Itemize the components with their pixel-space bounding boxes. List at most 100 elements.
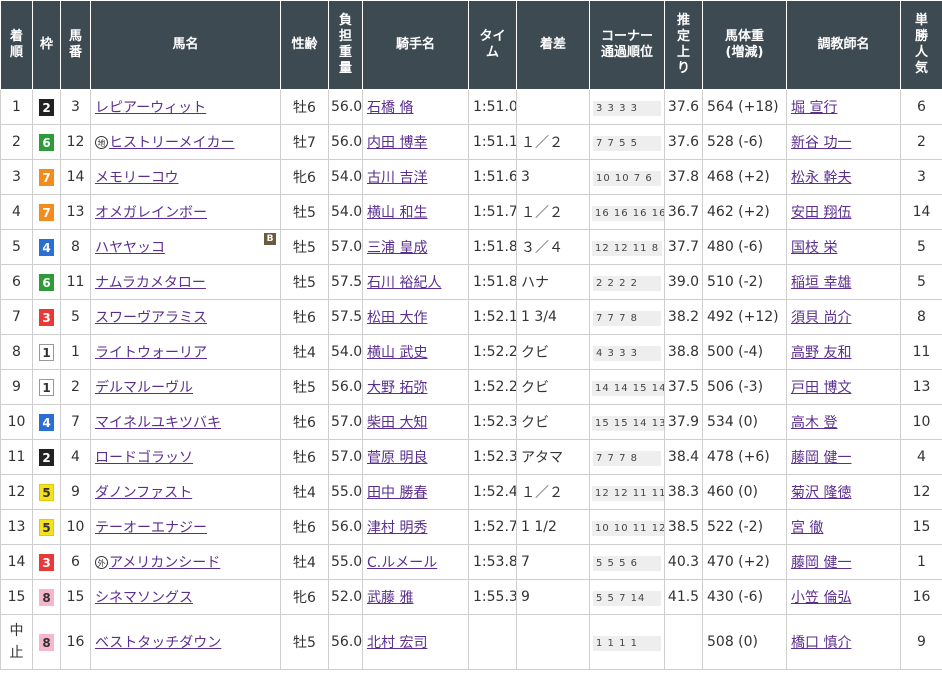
horse-name-link[interactable]: デルマルーヴル [95, 380, 193, 396]
jockey-link[interactable]: 横山 武史 [367, 345, 427, 361]
jockey-cell: C.ルメール [362, 544, 469, 580]
horse-name-link[interactable]: アメリカンシード [109, 555, 220, 571]
frame-badge: 6 [39, 133, 54, 151]
horse-name-link[interactable]: スワーヴアラミス [95, 310, 207, 326]
trainer-cell: 藤岡 健一 [786, 544, 901, 580]
rank-cell: 15 [0, 579, 33, 615]
sex-age-cell: 牡5 [280, 614, 329, 670]
horse-name-link[interactable]: ヒストリーメイカー [109, 135, 234, 151]
trainer-link[interactable]: 堀 宣行 [791, 100, 837, 116]
table-row: 13 5 10 テーオーエナジー 牡6 56.0 津村 明秀 1:52.7 1 1/2 10 10… [0, 509, 942, 545]
body-weight-cell: 492 (+12) [702, 299, 787, 335]
jockey-link[interactable]: 石橋 脩 [367, 100, 413, 116]
number-cell: 14 [60, 159, 91, 195]
time-cell: 1:52.2 [468, 334, 517, 370]
horse-name-link[interactable]: ライトウォーリア [95, 345, 207, 361]
horse-cell: メモリーコウ [90, 159, 281, 195]
body-weight-cell: 468 (+2) [702, 159, 787, 195]
frame-badge: 3 [39, 308, 54, 326]
number-cell: 5 [60, 299, 91, 335]
weight-cell: 55.0 [328, 544, 363, 580]
body-weight-cell: 460 (0) [702, 474, 787, 510]
trainer-link[interactable]: 戸田 博文 [791, 380, 851, 396]
horse-name-link[interactable]: オメガレインボー [95, 205, 207, 221]
horse-name-link[interactable]: マイネルユキツバキ [95, 415, 221, 431]
trainer-link[interactable]: 菊沢 隆徳 [791, 485, 851, 501]
last3f-cell: 37.8 [664, 159, 703, 195]
horse-name-link[interactable]: シネマソングス [95, 590, 193, 606]
rank-cell: 5 [0, 229, 33, 265]
trainer-link[interactable]: 安田 翔伍 [791, 205, 851, 221]
trainer-link[interactable]: 須貝 尚介 [791, 310, 851, 326]
horse-cell: シネマソングス [90, 579, 281, 615]
jockey-link[interactable]: C.ルメール [367, 555, 437, 571]
horse-name-link[interactable]: メモリーコウ [95, 170, 178, 186]
table-row: 14 3 6 外アメリカンシード 牡4 55.0 C.ルメール 1:53.8 7 5 5 5 64… [0, 544, 942, 580]
rank-cell: 8 [0, 334, 33, 370]
horse-name-link[interactable]: ロードゴラッソ [95, 450, 193, 466]
trainer-link[interactable]: 小笠 倫弘 [791, 590, 851, 606]
trainer-link[interactable]: 国枝 栄 [791, 240, 837, 256]
horse-name-link[interactable]: テーオーエナジー [95, 520, 207, 536]
popularity-cell: 3 [900, 159, 942, 195]
frame-badge: 2 [39, 448, 54, 466]
trainer-cell: 小笠 倫弘 [786, 579, 901, 615]
time-cell: 1:52.3 [468, 404, 517, 440]
jockey-link[interactable]: 松田 大作 [367, 310, 427, 326]
jockey-cell: 松田 大作 [362, 299, 469, 335]
jockey-link[interactable]: 石川 裕紀人 [367, 275, 441, 291]
table-row: 12 5 9 ダノンファスト 牡4 55.0 田中 勝春 1:52.4 １／２ 12 12 11 … [0, 474, 942, 510]
table-row: 15 8 15 シネマソングス 牝6 52.0 武藤 雅 1:55.3 9 5 5 7 14 41.… [0, 579, 942, 615]
last3f-cell [664, 614, 703, 670]
horse-name-link[interactable]: ダノンファスト [95, 485, 192, 501]
jockey-link[interactable]: 内田 博幸 [367, 135, 427, 151]
corner-cell: 10 10 11 12 [589, 509, 665, 545]
trainer-link[interactable]: 宮 徹 [791, 520, 823, 536]
margin-cell [516, 614, 590, 670]
trainer-link[interactable]: 新谷 功一 [791, 135, 851, 151]
horse-name-link[interactable]: ハヤヤッコ [95, 240, 165, 256]
frame-cell: 6 [32, 264, 61, 300]
margin-cell: １／２ [516, 124, 590, 160]
trainer-link[interactable]: 高木 登 [791, 415, 837, 431]
frame-cell: 5 [32, 474, 61, 510]
horse-name-link[interactable]: ナムラカメタロー [95, 275, 206, 291]
trainer-cell: 安田 翔伍 [786, 194, 901, 230]
sex-age-cell: 牡5 [280, 264, 329, 300]
trainer-link[interactable]: 橋口 慎介 [791, 635, 851, 651]
jockey-link[interactable]: 三浦 皇成 [367, 240, 427, 256]
trainer-link[interactable]: 高野 友和 [791, 345, 851, 361]
jockey-link[interactable]: 柴田 大知 [367, 415, 427, 431]
race-results-table: 着 順 枠 馬 番 馬名 性齢 負 担 重 量 騎手名 タイ ム 着差 コーナー… [0, 0, 942, 670]
sex-age-cell: 牡4 [280, 334, 329, 370]
trainer-cell: 新谷 功一 [786, 124, 901, 160]
jockey-link[interactable]: 横山 和生 [367, 205, 427, 221]
frame-badge: 4 [39, 413, 54, 431]
corner-cell: 7 7 7 8 [589, 299, 665, 335]
jockey-link[interactable]: 菅原 明良 [367, 450, 427, 466]
jockey-link[interactable]: 武藤 雅 [367, 590, 413, 606]
jockey-link[interactable]: 田中 勝春 [367, 485, 427, 501]
trainer-cell: 宮 徹 [786, 509, 901, 545]
jockey-link[interactable]: 古川 吉洋 [367, 170, 427, 186]
rank-cell: 1 [0, 89, 33, 125]
trainer-link[interactable]: 松永 幹夫 [791, 170, 851, 186]
rank-cell: 2 [0, 124, 33, 160]
number-cell: 8 [60, 229, 91, 265]
jockey-link[interactable]: 津村 明秀 [367, 520, 427, 536]
trainer-link[interactable]: 藤岡 健一 [791, 450, 851, 466]
popularity-cell: 9 [900, 614, 942, 670]
header-sex-age: 性齢 [280, 0, 329, 90]
corner-cell: 12 12 11 8 [589, 229, 665, 265]
number-cell: 11 [60, 264, 91, 300]
horse-name-link[interactable]: レピアーウィット [95, 100, 206, 116]
header-trainer: 調教師名 [786, 0, 901, 90]
trainer-cell: 高野 友和 [786, 334, 901, 370]
trainer-link[interactable]: 藤岡 健一 [791, 555, 851, 571]
trainer-link[interactable]: 稲垣 幸雄 [791, 275, 851, 291]
jockey-link[interactable]: 大野 拓弥 [367, 380, 427, 396]
sex-age-cell: 牡5 [280, 369, 329, 405]
frame-badge: 3 [39, 553, 54, 571]
jockey-link[interactable]: 北村 宏司 [367, 635, 427, 651]
horse-name-link[interactable]: ベストタッチダウン [95, 635, 221, 651]
